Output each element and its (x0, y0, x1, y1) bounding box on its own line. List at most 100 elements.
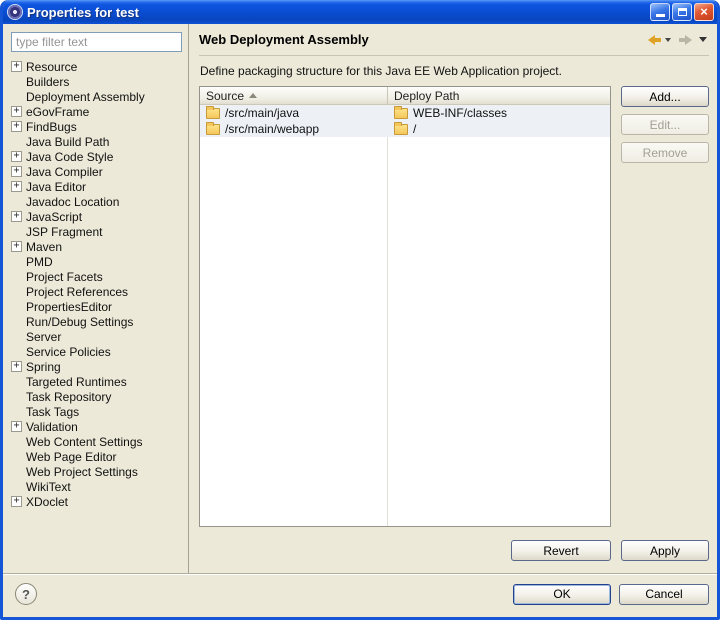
expand-icon[interactable]: + (11, 121, 22, 132)
titlebar[interactable]: Properties for test × (3, 0, 717, 24)
table-row[interactable]: /src/main/webapp / (200, 121, 610, 137)
page-nav (648, 34, 709, 45)
sidebar-tree: + Resource Builders Deployment Assembly (11, 59, 182, 509)
table-row[interactable]: /src/main/java WEB-INF/classes (200, 105, 610, 121)
sidebar-item[interactable]: + Maven (11, 239, 182, 254)
expand-icon[interactable]: + (11, 241, 22, 252)
expand-icon[interactable]: + (11, 361, 22, 372)
window-title: Properties for test (27, 4, 139, 20)
back-arrow-icon (648, 34, 662, 45)
sidebar-item[interactable]: Builders (11, 74, 182, 89)
expand-icon[interactable]: + (11, 181, 22, 192)
column-divider (387, 105, 388, 526)
column-header-deploy-path[interactable]: Deploy Path (388, 87, 610, 104)
back-history-dropdown-icon (665, 37, 671, 42)
sidebar-item[interactable]: + eGovFrame (11, 104, 182, 119)
sidebar-item-label: JavaScript (26, 209, 83, 224)
sidebar-item[interactable]: + XDoclet (11, 494, 182, 509)
sidebar-item[interactable]: Web Page Editor (11, 449, 182, 464)
sidebar-item[interactable]: WikiText (11, 479, 182, 494)
expand-icon[interactable]: + (11, 166, 22, 177)
source-path: /src/main/java (225, 106, 300, 120)
sidebar-item[interactable]: Java Build Path (11, 134, 182, 149)
sidebar-item-label: Web Project Settings (26, 464, 138, 479)
sidebar-item-label: Maven (26, 239, 63, 254)
page-actions: Revert Apply (199, 527, 709, 573)
column-header-source[interactable]: Source (200, 87, 388, 104)
back-button[interactable] (648, 34, 671, 45)
deploy-path: WEB-INF/classes (413, 106, 508, 120)
sidebar-item[interactable]: + FindBugs (11, 119, 182, 134)
minimize-icon (656, 14, 665, 17)
sidebar-item-label: PropertiesEditor (26, 299, 113, 314)
cancel-button[interactable]: Cancel (619, 583, 709, 605)
sidebar-item[interactable]: + Java Compiler (11, 164, 182, 179)
edit-button: Edit... (621, 114, 709, 135)
expand-icon[interactable]: + (11, 496, 22, 507)
expand-icon[interactable]: + (11, 106, 22, 117)
folder-icon (394, 106, 408, 119)
sidebar-item[interactable]: + Spring (11, 359, 182, 374)
sidebar-item[interactable]: Task Tags (11, 404, 182, 419)
sidebar-item[interactable]: Service Policies (11, 344, 182, 359)
sidebar-item[interactable]: Deployment Assembly (11, 89, 182, 104)
view-menu-button[interactable] (699, 37, 707, 42)
assembly-area: Source Deploy Path /src/main/java WEB-IN… (199, 86, 709, 527)
column-label: Source (206, 88, 245, 103)
sidebar-item[interactable]: Task Repository (11, 389, 182, 404)
deploy-path-cell: / (388, 122, 610, 136)
ok-button[interactable]: OK (513, 583, 611, 605)
chevron-down-icon (699, 37, 707, 42)
sidebar: + Resource Builders Deployment Assembly (3, 24, 189, 573)
table-actions: Add... Edit... Remove (621, 86, 709, 527)
expand-icon[interactable]: + (11, 61, 22, 72)
sidebar-item-label: XDoclet (26, 494, 69, 509)
sidebar-item-label: Resource (26, 59, 78, 74)
close-button[interactable]: × (694, 3, 714, 21)
folder-icon (206, 122, 220, 135)
minimize-button[interactable] (650, 3, 670, 21)
sidebar-item[interactable]: PropertiesEditor (11, 299, 182, 314)
sidebar-item-label: Targeted Runtimes (26, 374, 127, 389)
add-button[interactable]: Add... (621, 86, 709, 107)
page-header: Web Deployment Assembly (199, 24, 709, 56)
sidebar-item-label: Service Policies (26, 344, 111, 359)
dialog-content: + Resource Builders Deployment Assembly (3, 24, 717, 573)
apply-button[interactable]: Apply (621, 540, 709, 561)
sidebar-item-label: Java Compiler (26, 164, 103, 179)
page-title: Web Deployment Assembly (199, 32, 369, 47)
sidebar-item-label: Run/Debug Settings (26, 314, 134, 329)
deploy-path: / (413, 122, 417, 136)
help-button[interactable]: ? (15, 583, 37, 605)
sidebar-item[interactable]: Server (11, 329, 182, 344)
sidebar-item[interactable]: Project Facets (11, 269, 182, 284)
sidebar-item[interactable]: Project References (11, 284, 182, 299)
expand-icon[interactable]: + (11, 151, 22, 162)
maximize-button[interactable] (672, 3, 692, 21)
sidebar-item[interactable]: + Validation (11, 419, 182, 434)
sidebar-item-label: Builders (26, 74, 70, 89)
sidebar-item-label: Task Repository (26, 389, 112, 404)
sidebar-item[interactable]: Web Content Settings (11, 434, 182, 449)
sidebar-item[interactable]: PMD (11, 254, 182, 269)
sidebar-item[interactable]: Web Project Settings (11, 464, 182, 479)
source-cell: /src/main/webapp (200, 122, 388, 136)
sidebar-item-label: Spring (26, 359, 61, 374)
revert-button[interactable]: Revert (511, 540, 611, 561)
filter-input[interactable] (11, 32, 182, 52)
sidebar-item-label: Project References (26, 284, 129, 299)
sidebar-item[interactable]: JSP Fragment (11, 224, 182, 239)
table-header: Source Deploy Path (200, 87, 610, 105)
column-label: Deploy Path (394, 88, 460, 103)
sidebar-item-label: WikiText (26, 479, 71, 494)
expand-icon[interactable]: + (11, 421, 22, 432)
sidebar-item[interactable]: Targeted Runtimes (11, 374, 182, 389)
sidebar-item[interactable]: Run/Debug Settings (11, 314, 182, 329)
expand-icon[interactable]: + (11, 211, 22, 222)
sidebar-item[interactable]: + Java Code Style (11, 149, 182, 164)
sidebar-item[interactable]: + Resource (11, 59, 182, 74)
sidebar-item[interactable]: + Java Editor (11, 179, 182, 194)
forward-button (678, 35, 692, 45)
sidebar-item[interactable]: + JavaScript (11, 209, 182, 224)
sidebar-item[interactable]: Javadoc Location (11, 194, 182, 209)
